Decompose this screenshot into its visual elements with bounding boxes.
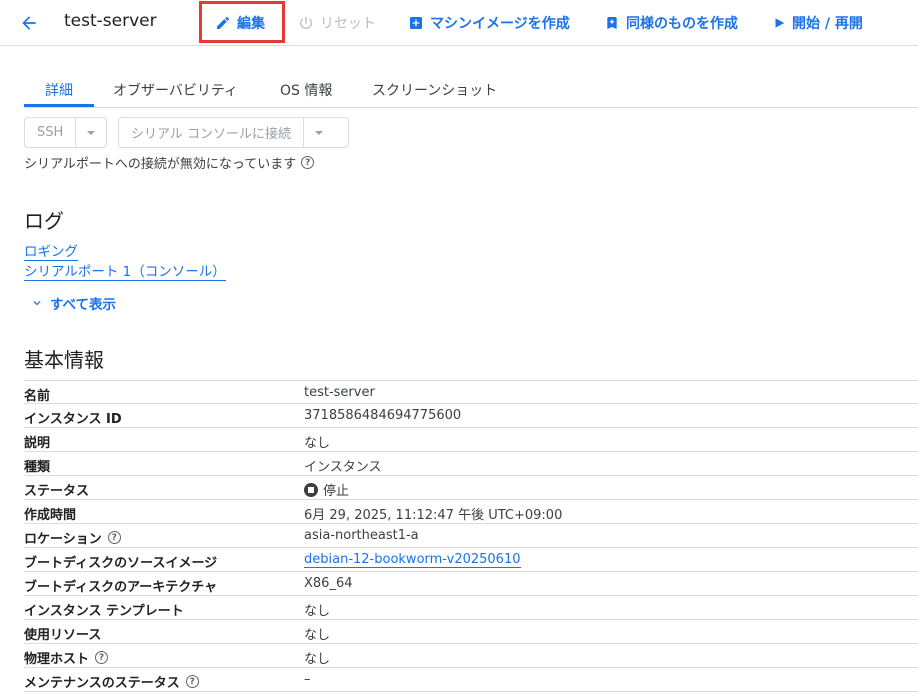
- tab-os-info[interactable]: OS 情報: [280, 80, 332, 100]
- stop-status-icon: [304, 482, 318, 497]
- create-similar-button[interactable]: 同様のものを作成: [604, 13, 738, 33]
- row-value: 3718586484694775600: [304, 408, 462, 423]
- row-value: なし: [304, 652, 331, 667]
- row-key: 種類: [24, 460, 51, 475]
- table-row: 名前 test-server: [24, 380, 918, 404]
- logs-heading: ログ: [24, 209, 64, 233]
- table-row: 物理ホスト ? なし: [24, 644, 918, 668]
- active-tab-indicator: [24, 104, 94, 107]
- logging-link[interactable]: ロギング: [24, 240, 78, 261]
- page-title: test-server: [64, 11, 157, 31]
- row-key: ロケーション ?: [24, 528, 121, 547]
- back-button[interactable]: [16, 10, 42, 36]
- serial-console-button[interactable]: シリアル コンソールに接続: [119, 118, 303, 147]
- add-bookmark-icon: [607, 17, 617, 29]
- row-key: ステータス: [24, 484, 90, 499]
- row-key: 使用リソース: [24, 628, 102, 643]
- reset-button[interactable]: リセット: [298, 13, 376, 33]
- tab-screenshot[interactable]: スクリーンショット: [372, 80, 497, 100]
- row-key: インスタンス ID: [24, 412, 122, 427]
- serial-disabled-note: シリアルポートへの接続が無効になっています ?: [24, 153, 315, 172]
- row-value: インスタンス: [304, 460, 382, 475]
- power-icon: [300, 17, 312, 29]
- row-value: 停止: [304, 480, 349, 499]
- help-icon[interactable]: ?: [95, 651, 109, 664]
- row-key: インスタンス テンプレート: [24, 604, 184, 619]
- table-row: ステータス 停止: [24, 476, 918, 500]
- top-toolbar: test-server 編集 リセット マシンイメージを作成 同様のものを作成 …: [0, 0, 918, 46]
- row-value: 6月 29, 2025, 11:12:47 午後 UTC+09:00: [304, 508, 563, 523]
- serial-port-link[interactable]: シリアルポート 1（コンソール）: [24, 260, 226, 281]
- row-key-text: 物理ホスト: [24, 652, 90, 667]
- row-key-text: メンテナンスのステータス: [24, 676, 180, 691]
- basic-info-table: 名前 test-server インスタンス ID 371858648469477…: [24, 380, 918, 692]
- help-icon[interactable]: ?: [301, 156, 315, 169]
- row-key: ブートディスクのアーキテクチャ: [24, 580, 218, 595]
- table-row: 説明 なし: [24, 428, 918, 452]
- show-all-toggle[interactable]: すべて表示: [30, 293, 116, 313]
- create-machine-image-button[interactable]: マシンイメージを作成: [408, 13, 570, 33]
- table-row: ブートディスクのソースイメージ debian-12-bookworm-v2025…: [24, 548, 918, 572]
- arrow-back-icon: [22, 16, 36, 30]
- table-row: インスタンス テンプレート なし: [24, 596, 918, 620]
- start-resume-button[interactable]: 開始 / 再開: [772, 13, 863, 33]
- table-row: 作成時間 6月 29, 2025, 11:12:47 午後 UTC+09:00: [24, 500, 918, 524]
- ssh-button[interactable]: SSH: [25, 118, 75, 147]
- status-text: 停止: [323, 484, 350, 499]
- serial-console-split-button: シリアル コンソールに接続: [118, 117, 349, 148]
- basic-info-heading: 基本情報: [24, 348, 104, 372]
- row-value: なし: [304, 604, 331, 619]
- row-key: 名前: [24, 389, 51, 404]
- help-icon[interactable]: ?: [185, 675, 199, 688]
- serial-disabled-text: シリアルポートへの接続が無効になっています: [24, 157, 297, 172]
- caret-down-icon: [315, 130, 324, 135]
- row-key-text: ロケーション: [24, 532, 102, 547]
- row-key: 作成時間: [24, 508, 77, 523]
- tab-details[interactable]: 詳細: [45, 80, 73, 100]
- table-row: インスタンス ID 3718586484694775600: [24, 404, 918, 428]
- reset-label: リセット: [320, 16, 376, 32]
- row-key: 説明: [24, 436, 51, 451]
- row-key: ブートディスクのソースイメージ: [24, 556, 218, 571]
- ssh-split-button: SSH: [24, 117, 107, 148]
- table-row: 種類 インスタンス: [24, 452, 918, 476]
- source-image-link[interactable]: debian-12-bookworm-v20250610: [304, 552, 521, 568]
- row-key: 物理ホスト ?: [24, 648, 109, 667]
- row-value: なし: [304, 628, 331, 643]
- row-key: メンテナンスのステータス ?: [24, 672, 199, 691]
- table-row: ブートディスクのアーキテクチャ X86_64: [24, 572, 918, 596]
- create-machine-image-label: マシンイメージを作成: [430, 16, 570, 32]
- play-icon: [775, 18, 785, 28]
- chevron-down-icon: [33, 301, 41, 306]
- ssh-dropdown[interactable]: [75, 118, 106, 147]
- row-value: X86_64: [304, 576, 353, 591]
- tab-observability[interactable]: オブザーバビリティ: [113, 80, 238, 100]
- caret-down-icon: [87, 130, 96, 135]
- row-value: debian-12-bookworm-v20250610: [304, 552, 521, 568]
- tab-bar: 詳細 オブザーバビリティ OS 情報 スクリーンショット: [24, 73, 918, 108]
- table-row: ロケーション ? asia-northeast1-a: [24, 524, 918, 548]
- serial-console-dropdown[interactable]: [303, 118, 334, 147]
- row-value: –: [304, 672, 311, 687]
- start-resume-label: 開始 / 再開: [792, 16, 863, 32]
- row-value: test-server: [304, 385, 375, 400]
- help-icon[interactable]: ?: [107, 531, 121, 544]
- row-value: なし: [304, 436, 331, 451]
- row-value: asia-northeast1-a: [304, 528, 419, 543]
- show-all-label: すべて表示: [50, 297, 117, 313]
- create-similar-label: 同様のものを作成: [626, 16, 738, 32]
- add-box-icon: [410, 17, 422, 29]
- highlight-box: [199, 1, 285, 43]
- table-row: メンテナンスのステータス ? –: [24, 668, 918, 692]
- table-row: 使用リソース なし: [24, 620, 918, 644]
